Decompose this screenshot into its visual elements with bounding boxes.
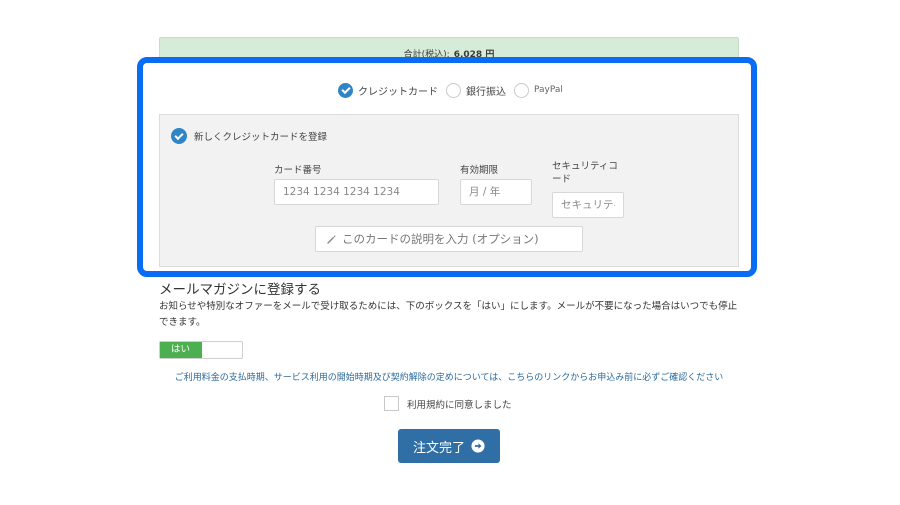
terms-agree-label: 利用規約に同意しました	[407, 400, 512, 411]
payment-option-label: クレジットカード	[358, 86, 438, 98]
card-number-label: カード番号	[274, 165, 322, 176]
payment-option-credit-card[interactable]: クレジットカード	[338, 82, 438, 98]
newsletter-description: お知らせや特別なオファーをメールで受け取るためには、下のボックスを「はい」にしま…	[159, 301, 738, 328]
payment-method-group: クレジットカード 銀行振込 PayPal	[338, 80, 571, 100]
arrow-right-circle-icon	[471, 439, 485, 453]
newsletter-title: メールマガジンに登録する	[159, 282, 321, 298]
radio-unchecked-icon[interactable]	[514, 82, 529, 98]
order-complete-label: 注文完了	[412, 440, 465, 456]
newsletter-toggle-on: はい	[160, 342, 202, 358]
card-description-input[interactable]: このカードの説明を入力 (オプション)	[315, 226, 583, 252]
new-card-label: 新しくクレジットカードを登録	[194, 132, 328, 143]
terms-agree-checkbox[interactable]	[384, 396, 399, 411]
pencil-icon	[327, 234, 336, 244]
security-code-input[interactable]	[552, 192, 624, 218]
expiry-label: 有効期限	[460, 165, 499, 176]
radio-unchecked-icon[interactable]	[446, 82, 461, 98]
terms-info-link[interactable]: ご利用料金の支払時期、サービス利用の開始時期及び契約解除の定めについては、こちら…	[159, 370, 739, 383]
check-icon	[174, 130, 184, 140]
payment-option-bank-transfer[interactable]: 銀行振込	[446, 82, 506, 98]
new-card-checkbox[interactable]	[171, 128, 187, 144]
radio-checked-icon[interactable]	[338, 82, 353, 98]
newsletter-toggle[interactable]: はい	[159, 341, 243, 359]
order-complete-button[interactable]: 注文完了	[398, 429, 500, 463]
payment-option-label: 銀行振込	[466, 86, 506, 98]
expiry-input[interactable]	[460, 179, 532, 205]
security-code-label: セキュリティコード	[552, 161, 618, 185]
payment-option-paypal[interactable]: PayPal	[514, 82, 563, 98]
card-number-input[interactable]	[274, 179, 439, 205]
card-description-placeholder: このカードの説明を入力 (オプション)	[342, 232, 539, 246]
payment-option-label: PayPal	[534, 85, 563, 95]
